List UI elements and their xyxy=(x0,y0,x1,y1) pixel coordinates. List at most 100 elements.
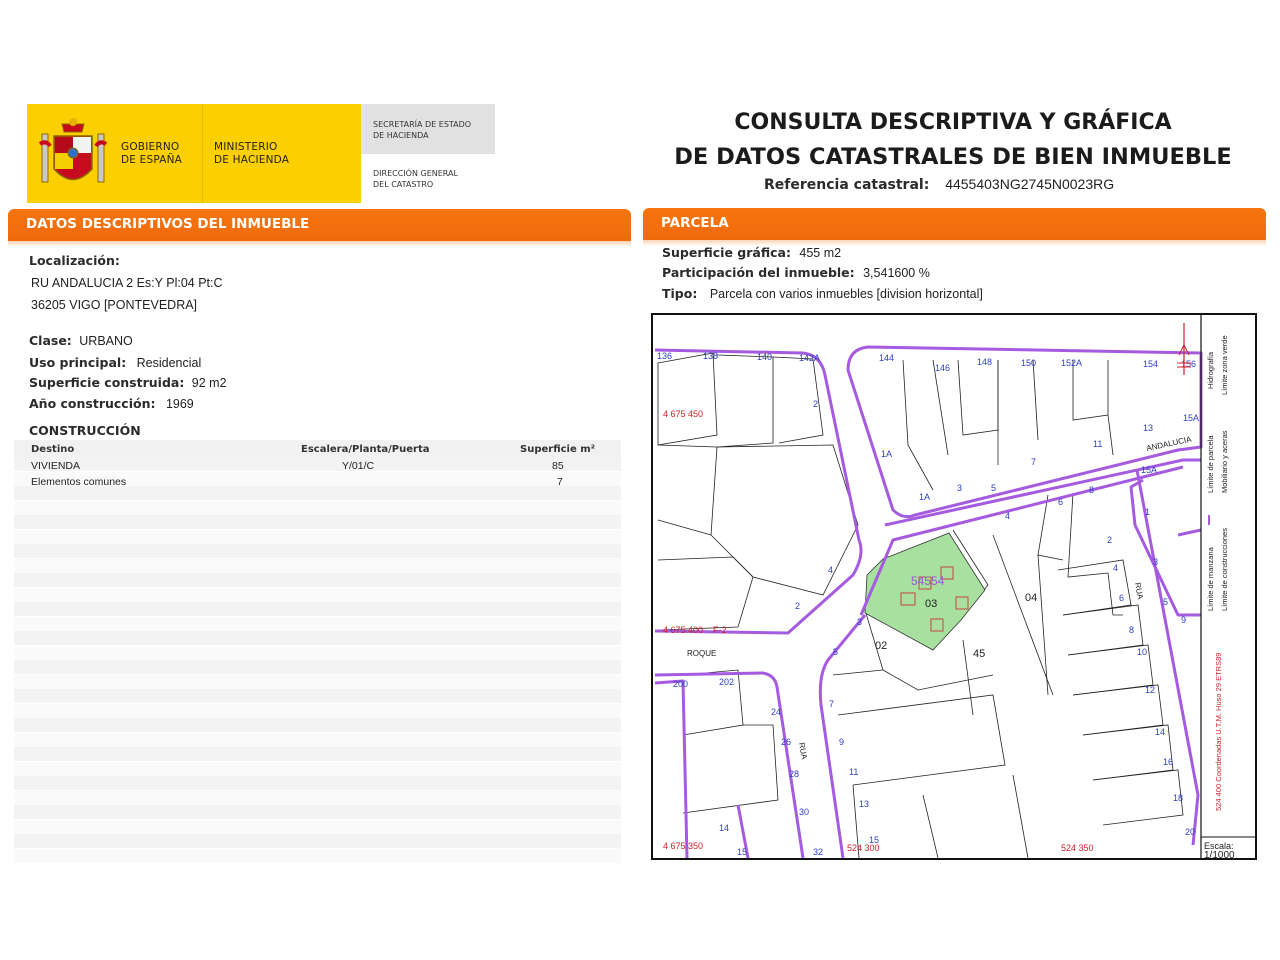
secretaria-line1: SECRETARÍA DE ESTADO xyxy=(373,120,472,129)
table-stripe xyxy=(14,674,621,689)
coord-y1: 4 675 450 xyxy=(663,409,703,419)
num-13: 13 xyxy=(1143,423,1153,433)
table-stripe xyxy=(14,848,621,863)
section-shadow xyxy=(8,241,631,247)
table-stripe xyxy=(14,558,621,573)
num-202: 202 xyxy=(719,677,734,687)
gov-line2: DE ESPAÑA xyxy=(121,154,183,166)
table-stripe xyxy=(14,660,621,674)
table-stripe xyxy=(14,834,621,848)
coord-x1: 524 300 xyxy=(847,843,880,853)
num-4b: 4 xyxy=(828,565,833,575)
num-6c: 6 xyxy=(1119,593,1124,603)
tipo-label: Tipo: xyxy=(662,286,698,301)
num-11b: 11 xyxy=(849,767,858,777)
table-stripe xyxy=(14,631,621,645)
num-3c: 3 xyxy=(1153,557,1158,567)
north-arrow-icon xyxy=(1177,323,1191,375)
coord-x2: 524 350 xyxy=(1061,843,1094,853)
cadastral-map[interactable]: 136 138 140 142A 144 146 148 150 152A 15… xyxy=(651,313,1257,860)
localizacion-line2: 36205 VIGO [PONTEVEDRA] xyxy=(31,298,198,312)
legend-manzana: Límite de manzana xyxy=(1206,546,1215,611)
table-stripe xyxy=(14,515,621,529)
participacion-row: Participación del inmueble: 3,541600 % xyxy=(662,264,930,282)
num-5b: 5 xyxy=(833,647,838,657)
num-4: 4 xyxy=(1005,511,1010,521)
table-stripe xyxy=(14,689,621,703)
num-10: 10 xyxy=(1137,647,1147,657)
table-stripe xyxy=(14,732,621,747)
table-stripe xyxy=(14,457,621,471)
participacion-label: Participación del inmueble: xyxy=(662,265,855,280)
street-roque: ROQUE xyxy=(687,649,716,658)
section-header-datos: DATOS DESCRIPTIVOS DEL INMUEBLE xyxy=(8,209,631,241)
table-stripe xyxy=(14,718,621,732)
num-9c: 9 xyxy=(1181,615,1186,625)
section-title-parcela: PARCELA xyxy=(661,215,729,231)
table-stripe xyxy=(14,805,621,819)
uso-value: Residencial xyxy=(136,356,202,370)
num-136: 136 xyxy=(657,351,672,361)
num-26: 26 xyxy=(781,737,791,747)
table-cell-escalera-1: Y/01/C xyxy=(342,460,375,472)
secretaria-line2: DE HACIENDA xyxy=(373,131,429,140)
table-stripe xyxy=(14,761,621,776)
ministry-name: MINISTERIO DE HACIENDA xyxy=(214,141,289,167)
num-146: 146 xyxy=(935,363,950,373)
num-5c: 5 xyxy=(1163,597,1168,607)
num-16: 16 xyxy=(1163,757,1173,767)
secretaria-name: SECRETARÍA DE ESTADO DE HACIENDA xyxy=(373,119,471,141)
ref-label: Referencia catastral: xyxy=(764,177,930,193)
num-3: 3 xyxy=(957,483,962,493)
num-140: 140 xyxy=(757,352,772,362)
num-8: 8 xyxy=(1089,485,1094,495)
title-line2: DE DATOS CATASTRALES DE BIEN INMUEBLE xyxy=(674,144,1232,170)
map-drawing: 136 138 140 142A 144 146 148 150 152A 15… xyxy=(654,315,1255,858)
num-18: 18 xyxy=(1173,793,1183,803)
coord-y3: 4 675 350 xyxy=(663,841,703,851)
superficie-row: Superficie construida: 92 m2 xyxy=(29,374,227,392)
table-cell-sup-1: 85 xyxy=(552,460,564,472)
uso-row: Uso principal: Residencial xyxy=(29,354,201,372)
tipo-value: Parcela con varios inmuebles [division h… xyxy=(709,287,983,301)
legend-parcela: Límite de parcela xyxy=(1206,435,1215,493)
num-144: 144 xyxy=(879,353,894,363)
num-7b: 7 xyxy=(829,699,834,709)
parcel-03-label: 03 xyxy=(925,598,937,610)
th-escalera: Escalera/Planta/Puerta xyxy=(301,444,430,455)
anio-label: Año construcción: xyxy=(29,396,156,411)
num-3b: 3 xyxy=(857,617,862,627)
clase-row: Clase: URBANO xyxy=(29,332,133,350)
num-1: 1 xyxy=(1145,507,1150,517)
selected-parcel[interactable] xyxy=(864,532,986,651)
num-11: 11 xyxy=(1093,439,1102,449)
num-20: 20 xyxy=(1185,827,1195,837)
page-title: CONSULTA DESCRIPTIVA Y GRÁFICA DE DATOS … xyxy=(633,106,1273,174)
legend-mobiliario: Mobiliario y aceras xyxy=(1220,430,1229,493)
logo-divider xyxy=(202,104,203,203)
num-154: 154 xyxy=(1143,359,1158,369)
ministry-line2: DE HACIENDA xyxy=(214,154,290,166)
num-4c: 4 xyxy=(1113,563,1118,573)
direccion-line2: DEL CATASTRO xyxy=(373,180,434,189)
table-cell-destino-1: VIVIENDA xyxy=(31,460,81,472)
anio-row: Año construcción: 1969 xyxy=(29,395,194,413)
section-header-parcela: PARCELA xyxy=(643,208,1266,240)
num-6: 6 xyxy=(1058,497,1063,507)
num-30: 30 xyxy=(799,807,809,817)
table-stripe xyxy=(14,703,621,718)
title-line1: CONSULTA DESCRIPTIVA Y GRÁFICA xyxy=(734,110,1172,135)
sup-grafica-label: Superficie gráfica: xyxy=(662,245,791,260)
parcel-02-label: 02 xyxy=(875,640,887,652)
table-stripe xyxy=(14,616,621,631)
direccion-line1: DIRECCIÓN GENERAL xyxy=(373,169,458,178)
table-stripe xyxy=(14,544,621,558)
localizacion-label: Localización: xyxy=(29,253,120,268)
num-1a-b: 1A xyxy=(919,492,930,502)
section-title-datos: DATOS DESCRIPTIVOS DEL INMUEBLE xyxy=(26,216,310,232)
ref-value: 4455403NG2745N0023RG xyxy=(945,176,1115,192)
num-2b: 2 xyxy=(795,601,800,611)
street-rua-left: RUA xyxy=(797,742,809,761)
num-15a: 15A xyxy=(1183,413,1199,423)
th-superficie: Superficie m² xyxy=(520,444,596,455)
